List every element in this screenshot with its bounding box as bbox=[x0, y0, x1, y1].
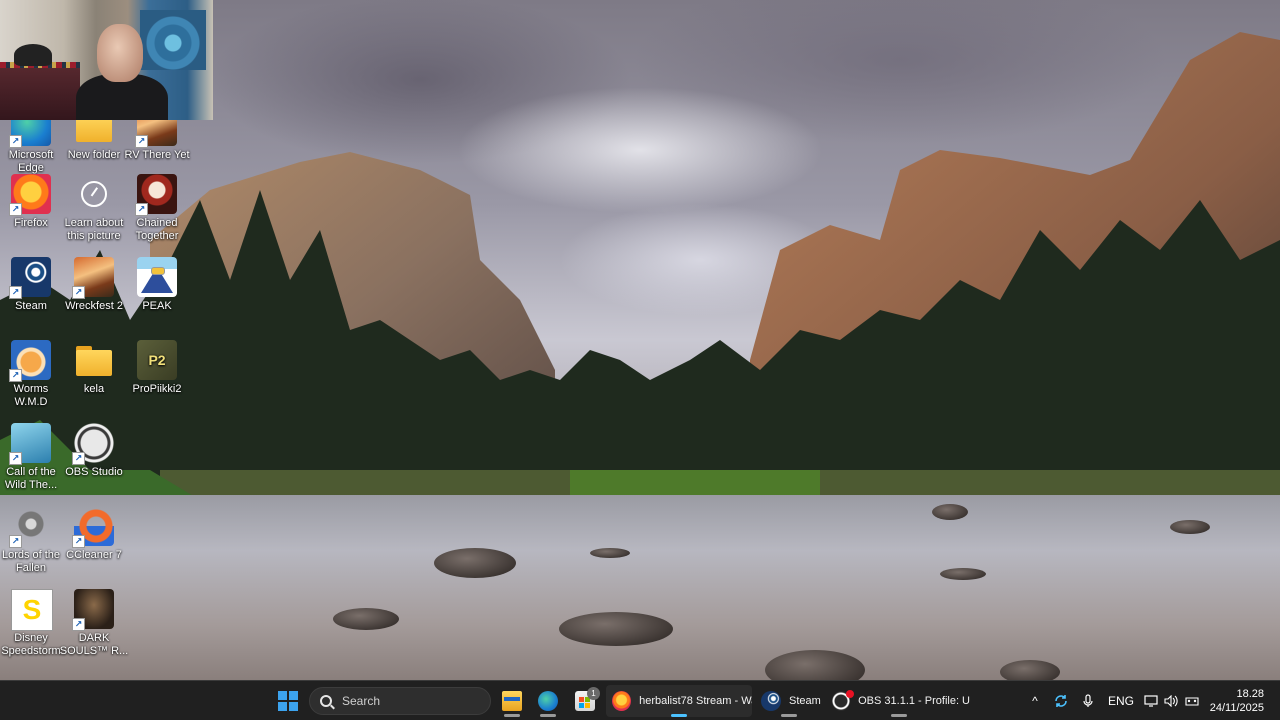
steam-icon bbox=[761, 691, 781, 711]
desktop-icon-kela[interactable]: kela bbox=[59, 338, 129, 418]
volume-icon[interactable] bbox=[1163, 691, 1179, 711]
firefox-icon bbox=[612, 691, 632, 711]
game-icon bbox=[9, 423, 51, 465]
desktop-icon-label: Chained Together bbox=[135, 217, 179, 242]
river-rock bbox=[590, 548, 630, 558]
taskbar-edge[interactable] bbox=[535, 685, 561, 717]
desktop-icon-peak[interactable]: PEAK bbox=[122, 255, 192, 335]
obs-icon bbox=[72, 423, 114, 465]
river-rock bbox=[333, 608, 399, 630]
taskbar-clock[interactable]: 18.28 24/11/2025 bbox=[1210, 687, 1264, 715]
game-icon bbox=[72, 589, 114, 631]
game-icon bbox=[135, 174, 177, 216]
taskbar-app-label: OBS 31.1.1 - Profile: Unti bbox=[858, 695, 970, 707]
game-icon bbox=[72, 257, 114, 299]
game-icon bbox=[11, 589, 53, 631]
desktop-icon-label: OBS Studio bbox=[65, 466, 123, 478]
clock-time: 18.28 bbox=[1236, 688, 1264, 700]
webcam-person-face bbox=[97, 24, 143, 82]
desktop-icon-wreckfest-2[interactable]: Wreckfest 2 bbox=[59, 255, 129, 335]
river-rock bbox=[1170, 520, 1210, 534]
taskbar-search-box[interactable]: Search bbox=[309, 687, 491, 715]
desktop-icon-label: Firefox bbox=[14, 217, 48, 229]
firefox-icon bbox=[9, 174, 51, 216]
desktop-icon-firefox[interactable]: Firefox bbox=[0, 172, 66, 252]
input-language-indicator[interactable]: ENG bbox=[1106, 691, 1136, 711]
ccleaner-icon bbox=[72, 506, 114, 548]
windows-start-icon bbox=[278, 691, 298, 711]
river-rock bbox=[559, 612, 673, 646]
search-placeholder: Search bbox=[342, 694, 381, 708]
desktop-icon-label: Disney Speedstorm bbox=[1, 632, 61, 657]
game-icon bbox=[137, 257, 177, 297]
river-rock bbox=[940, 568, 986, 580]
desktop-icon-propiikki2[interactable]: P2 ProPiikki2 bbox=[122, 338, 192, 418]
search-icon bbox=[320, 695, 332, 707]
desktop-icon-disney-speedstorm[interactable]: Disney Speedstorm bbox=[0, 587, 66, 667]
desktop-icon-label: Wreckfest 2 bbox=[65, 300, 123, 312]
desktop-icon-steam[interactable]: Steam bbox=[0, 255, 66, 335]
desktop-icon-label: DARK SOULS™ R... bbox=[59, 632, 129, 657]
taskbar-app-label: herbalist78 Stream - Wa bbox=[639, 695, 752, 707]
desktop-icon-label: Learn about this picture bbox=[64, 217, 124, 242]
taskbar: Search 1 herbalist78 Stream - Wa Steam O… bbox=[0, 680, 1280, 720]
sync-icon[interactable] bbox=[1052, 691, 1070, 711]
river-rock bbox=[1000, 660, 1060, 680]
steam-icon bbox=[9, 257, 51, 299]
clock-date: 24/11/2025 bbox=[1209, 702, 1264, 714]
game-icon bbox=[9, 340, 51, 382]
taskbar-app-label: Steam bbox=[789, 695, 821, 707]
edge-icon bbox=[538, 691, 558, 711]
network-icon[interactable] bbox=[1143, 691, 1159, 711]
taskbar-microsoft-store[interactable]: 1 bbox=[572, 685, 600, 717]
game-icon: P2 bbox=[137, 340, 177, 380]
river-rock bbox=[434, 548, 516, 578]
desktop-icon-label: kela bbox=[83, 383, 105, 395]
webcam-cat bbox=[14, 44, 52, 66]
desktop-icon-label: Call of the Wild The... bbox=[4, 466, 58, 491]
wallpaper-river bbox=[0, 495, 1280, 680]
show-hidden-icons-chevron-icon[interactable]: ^ bbox=[1027, 691, 1043, 711]
webcam-shelf bbox=[0, 62, 80, 120]
camera-icon bbox=[74, 174, 114, 214]
desktop-icon-label: CCleaner 7 bbox=[66, 549, 122, 561]
store-icon: 1 bbox=[575, 687, 600, 711]
file-explorer-icon bbox=[502, 691, 522, 711]
river-rock bbox=[932, 504, 968, 520]
desktop-icon-label: Steam bbox=[15, 300, 47, 312]
taskbar-app-steam[interactable]: Steam bbox=[757, 685, 821, 717]
desktop-icon-label: ProPiikki2 bbox=[132, 383, 182, 395]
webcam-tapestry bbox=[140, 10, 206, 70]
desktop-icon-label: New folder bbox=[67, 149, 121, 161]
game-icon bbox=[9, 506, 51, 548]
desktop-icon-obs-studio[interactable]: OBS Studio bbox=[59, 421, 129, 501]
taskbar-app-obs[interactable]: OBS 31.1.1 - Profile: Unti bbox=[828, 685, 970, 717]
desktop-icon-ccleaner-7[interactable]: CCleaner 7 bbox=[59, 504, 129, 584]
desktop-icon-label: PEAK bbox=[142, 300, 172, 312]
start-button[interactable] bbox=[275, 685, 301, 717]
desktop-icon-chained-together[interactable]: Chained Together bbox=[122, 172, 192, 252]
desktop-icon-label: Lords of the Fallen bbox=[1, 549, 61, 574]
taskbar-file-explorer[interactable] bbox=[499, 685, 525, 717]
folder-icon bbox=[74, 340, 114, 380]
desktop-icon-call-of-the-wild[interactable]: Call of the Wild The... bbox=[0, 421, 66, 501]
obs-icon bbox=[832, 690, 854, 711]
recording-indicator bbox=[846, 690, 854, 698]
webcam-overlay bbox=[0, 0, 213, 120]
microphone-icon[interactable] bbox=[1080, 691, 1096, 711]
steam-tray-icon[interactable] bbox=[1183, 691, 1201, 711]
desktop-icon-label: Worms W.M.D bbox=[13, 383, 49, 408]
desktop-icon-label: RV There Yet bbox=[124, 149, 190, 161]
desktop-icon-lords-of-the-fallen[interactable]: Lords of the Fallen bbox=[0, 504, 66, 584]
desktop-icon-learn-about-this-picture[interactable]: Learn about this picture bbox=[59, 172, 129, 252]
notification-badge: 1 bbox=[587, 687, 600, 700]
taskbar-app-firefox[interactable]: herbalist78 Stream - Wa bbox=[606, 685, 752, 717]
desktop-icon-dark-souls[interactable]: DARK SOULS™ R... bbox=[59, 587, 129, 667]
desktop-icon-worms-wmd[interactable]: Worms W.M.D bbox=[0, 338, 66, 418]
